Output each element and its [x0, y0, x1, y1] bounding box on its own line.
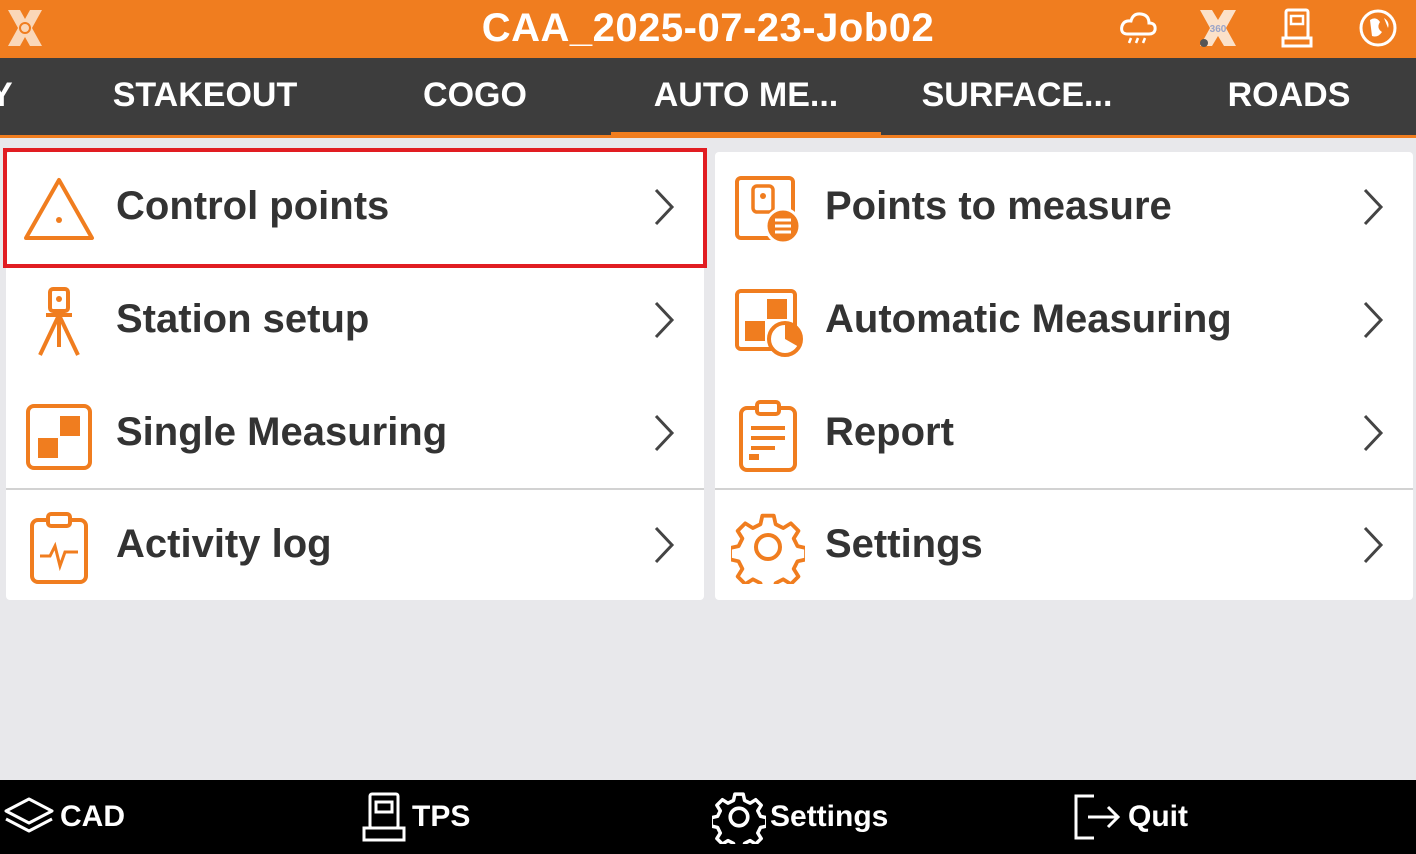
menu-item-label: Automatic Measuring — [825, 297, 1232, 341]
layers-icon — [4, 797, 54, 833]
svg-text:360: 360 — [1210, 24, 1227, 35]
settings-label: Settings — [770, 800, 889, 833]
left-menu-panel: Control points Station setup Single Meas… — [6, 152, 704, 600]
tab-surface[interactable]: SURFACE... — [882, 76, 1152, 138]
menu-item-settings[interactable]: Settings — [715, 490, 1413, 602]
exit-icon — [1074, 794, 1121, 840]
chevron-right-icon — [1363, 301, 1384, 339]
chevron-right-icon — [1363, 414, 1384, 452]
total-station-icon[interactable] — [1276, 6, 1320, 50]
squares-icon — [26, 404, 92, 470]
quit-label: Quit — [1128, 800, 1188, 833]
cloud-weather-icon[interactable] — [1116, 6, 1160, 50]
right-menu-panel: Points to measure Automatic Measuring Re… — [715, 152, 1413, 600]
tps-button[interactable]: TPS — [360, 790, 470, 844]
total-station-icon — [362, 792, 406, 842]
triangle-icon — [24, 178, 94, 240]
satellite-360-icon[interactable]: 360 — [1196, 6, 1240, 50]
menu-item-label: Station setup — [116, 297, 370, 341]
quit-button[interactable]: Quit — [1072, 790, 1188, 844]
menu-item-label: Settings — [825, 522, 983, 566]
chevron-right-icon — [654, 526, 675, 564]
tab-roads[interactable]: ROADS — [1154, 76, 1416, 138]
bottom-bar: CAD TPS Settings Quit — [0, 780, 1416, 854]
menu-item-points-to-measure[interactable]: Points to measure — [715, 152, 1413, 264]
report-icon — [739, 400, 797, 472]
cad-label: CAD — [60, 800, 125, 833]
module-tab-bar: Y STAKEOUT COGO AUTO ME... SURFACE... RO… — [0, 58, 1416, 138]
tab-partial[interactable]: Y — [0, 76, 13, 138]
menu-item-label: Report — [825, 410, 954, 454]
menu-item-report[interactable]: Report — [715, 378, 1413, 490]
tripod-icon — [38, 287, 80, 356]
menu-item-single-measuring[interactable]: Single Measuring — [6, 378, 704, 490]
tab-cogo[interactable]: COGO — [340, 76, 610, 138]
gear-icon — [712, 792, 766, 844]
tps-label: TPS — [412, 800, 471, 833]
auto-measure-icon — [735, 289, 803, 357]
gear-icon — [731, 513, 805, 584]
clipboard-pulse-icon — [30, 512, 88, 584]
menu-item-label: Control points — [116, 184, 390, 228]
menu-item-label: Points to measure — [825, 184, 1172, 228]
chevron-right-icon — [654, 301, 675, 339]
settings-button[interactable]: Settings — [712, 790, 888, 844]
tab-stakeout[interactable]: STAKEOUT — [70, 76, 340, 138]
globe-icon[interactable] — [1356, 6, 1400, 50]
points-list-icon — [735, 176, 802, 245]
chevron-right-icon — [654, 188, 675, 226]
chevron-right-icon — [1363, 188, 1384, 226]
menu-item-automatic-measuring[interactable]: Automatic Measuring — [715, 265, 1413, 377]
menu-item-control-points[interactable]: Control points — [6, 152, 704, 264]
cad-button[interactable]: CAD — [2, 790, 125, 844]
menu-item-activity-log[interactable]: Activity log — [6, 490, 704, 602]
chevron-right-icon — [1363, 526, 1384, 564]
menu-item-station-setup[interactable]: Station setup — [6, 265, 704, 377]
menu-item-label: Activity log — [116, 522, 332, 566]
chevron-right-icon — [654, 414, 675, 452]
menu-item-label: Single Measuring — [116, 410, 448, 454]
tab-auto-measuring[interactable]: AUTO ME... — [611, 76, 881, 138]
title-bar: CAA_2025-07-23-Job02 360 — [0, 0, 1416, 58]
